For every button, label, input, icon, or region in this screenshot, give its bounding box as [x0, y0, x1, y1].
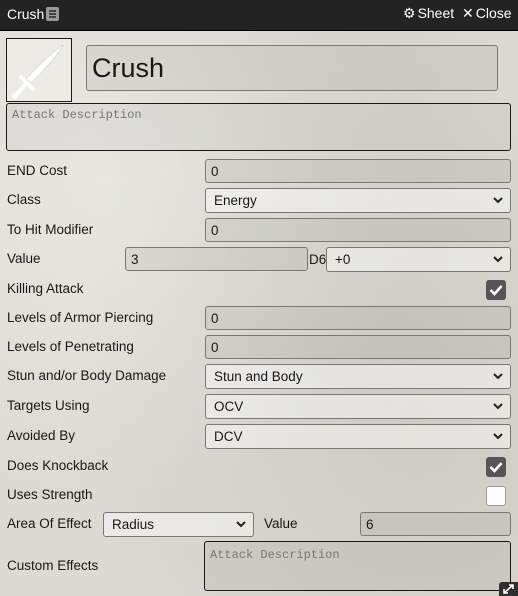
value-modifier: +0 [335, 252, 351, 267]
value-label: Value [7, 251, 41, 266]
chevron-down-icon [493, 373, 503, 380]
notes-icon[interactable] [46, 7, 59, 21]
avoided-by-select[interactable]: DCV [205, 424, 511, 449]
uses-strength-label: Uses Strength [7, 487, 93, 502]
targets-using-select[interactable]: OCV [205, 394, 511, 419]
avoided-by-label: Avoided By [7, 428, 76, 443]
area-value-input[interactable]: 6 [360, 512, 511, 536]
close-label: Close [475, 5, 512, 21]
to-hit-modifier-input[interactable]: 0 [205, 218, 511, 242]
penetrating-label: Levels of Penetrating [7, 339, 134, 354]
avoided-by-value: DCV [214, 429, 243, 444]
class-value: Energy [214, 193, 257, 208]
does-knockback-label: Does Knockback [7, 458, 109, 473]
damage-type-label: Stun and/or Body Damage [7, 368, 167, 383]
does-knockback-checkbox[interactable] [486, 457, 506, 477]
check-icon [489, 462, 503, 473]
custom-effects-field[interactable]: Attack Description [204, 541, 511, 591]
chevron-down-icon [236, 521, 246, 528]
uses-strength-checkbox[interactable] [486, 486, 506, 506]
killing-attack-checkbox[interactable] [486, 280, 506, 300]
resize-icon [503, 584, 514, 594]
targets-using-label: Targets Using [7, 398, 90, 413]
damage-type-select[interactable]: Stun and Body [205, 364, 511, 389]
class-label: Class [7, 192, 41, 207]
sheet-button[interactable]: ⚙ Sheet [403, 5, 454, 22]
close-icon: ✕ [462, 5, 474, 21]
die-label: D6 [309, 252, 327, 267]
custom-effects-label: Custom Effects [7, 558, 99, 573]
value-modifier-select[interactable]: +0 [326, 247, 511, 272]
class-select[interactable]: Energy [205, 188, 511, 213]
damage-type-value: Stun and Body [214, 369, 303, 384]
area-shape-value: Radius [112, 517, 155, 532]
value-dice-input[interactable]: 3 [125, 247, 308, 271]
chevron-down-icon [493, 433, 503, 440]
area-of-effect-label: Area Of Effect [7, 516, 92, 531]
area-value-label: Value [264, 516, 298, 531]
area-shape-select[interactable]: Radius [103, 512, 254, 537]
gear-icon: ⚙ [403, 5, 416, 21]
killing-attack-label: Killing Attack [7, 281, 84, 296]
sword-icon [12, 44, 64, 99]
armor-piercing-label: Levels of Armor Piercing [7, 310, 154, 325]
attack-description-field[interactable]: Attack Description [6, 103, 511, 151]
check-icon [489, 285, 503, 296]
chevron-down-icon [493, 256, 503, 263]
end-cost-label: END Cost [7, 163, 68, 178]
item-name-input[interactable] [86, 45, 498, 91]
end-cost-input[interactable]: 0 [205, 159, 511, 183]
penetrating-input[interactable]: 0 [205, 335, 511, 359]
close-button[interactable]: ✕ Close [462, 5, 512, 22]
window-titlebar[interactable]: Crush ⚙ Sheet ✕ Close [0, 0, 518, 31]
item-image[interactable] [6, 38, 72, 102]
sheet-label: Sheet [417, 5, 455, 21]
resize-handle[interactable] [499, 582, 518, 596]
targets-using-value: OCV [214, 399, 244, 414]
chevron-down-icon [493, 403, 503, 410]
window-title: Crush [7, 6, 45, 22]
item-sheet-window: Crush ⚙Sheet ✕Close Attack Description E… [0, 0, 518, 596]
armor-piercing-input[interactable]: 0 [205, 306, 511, 330]
to-hit-modifier-label: To Hit Modifier [7, 222, 94, 237]
chevron-down-icon [493, 197, 503, 204]
